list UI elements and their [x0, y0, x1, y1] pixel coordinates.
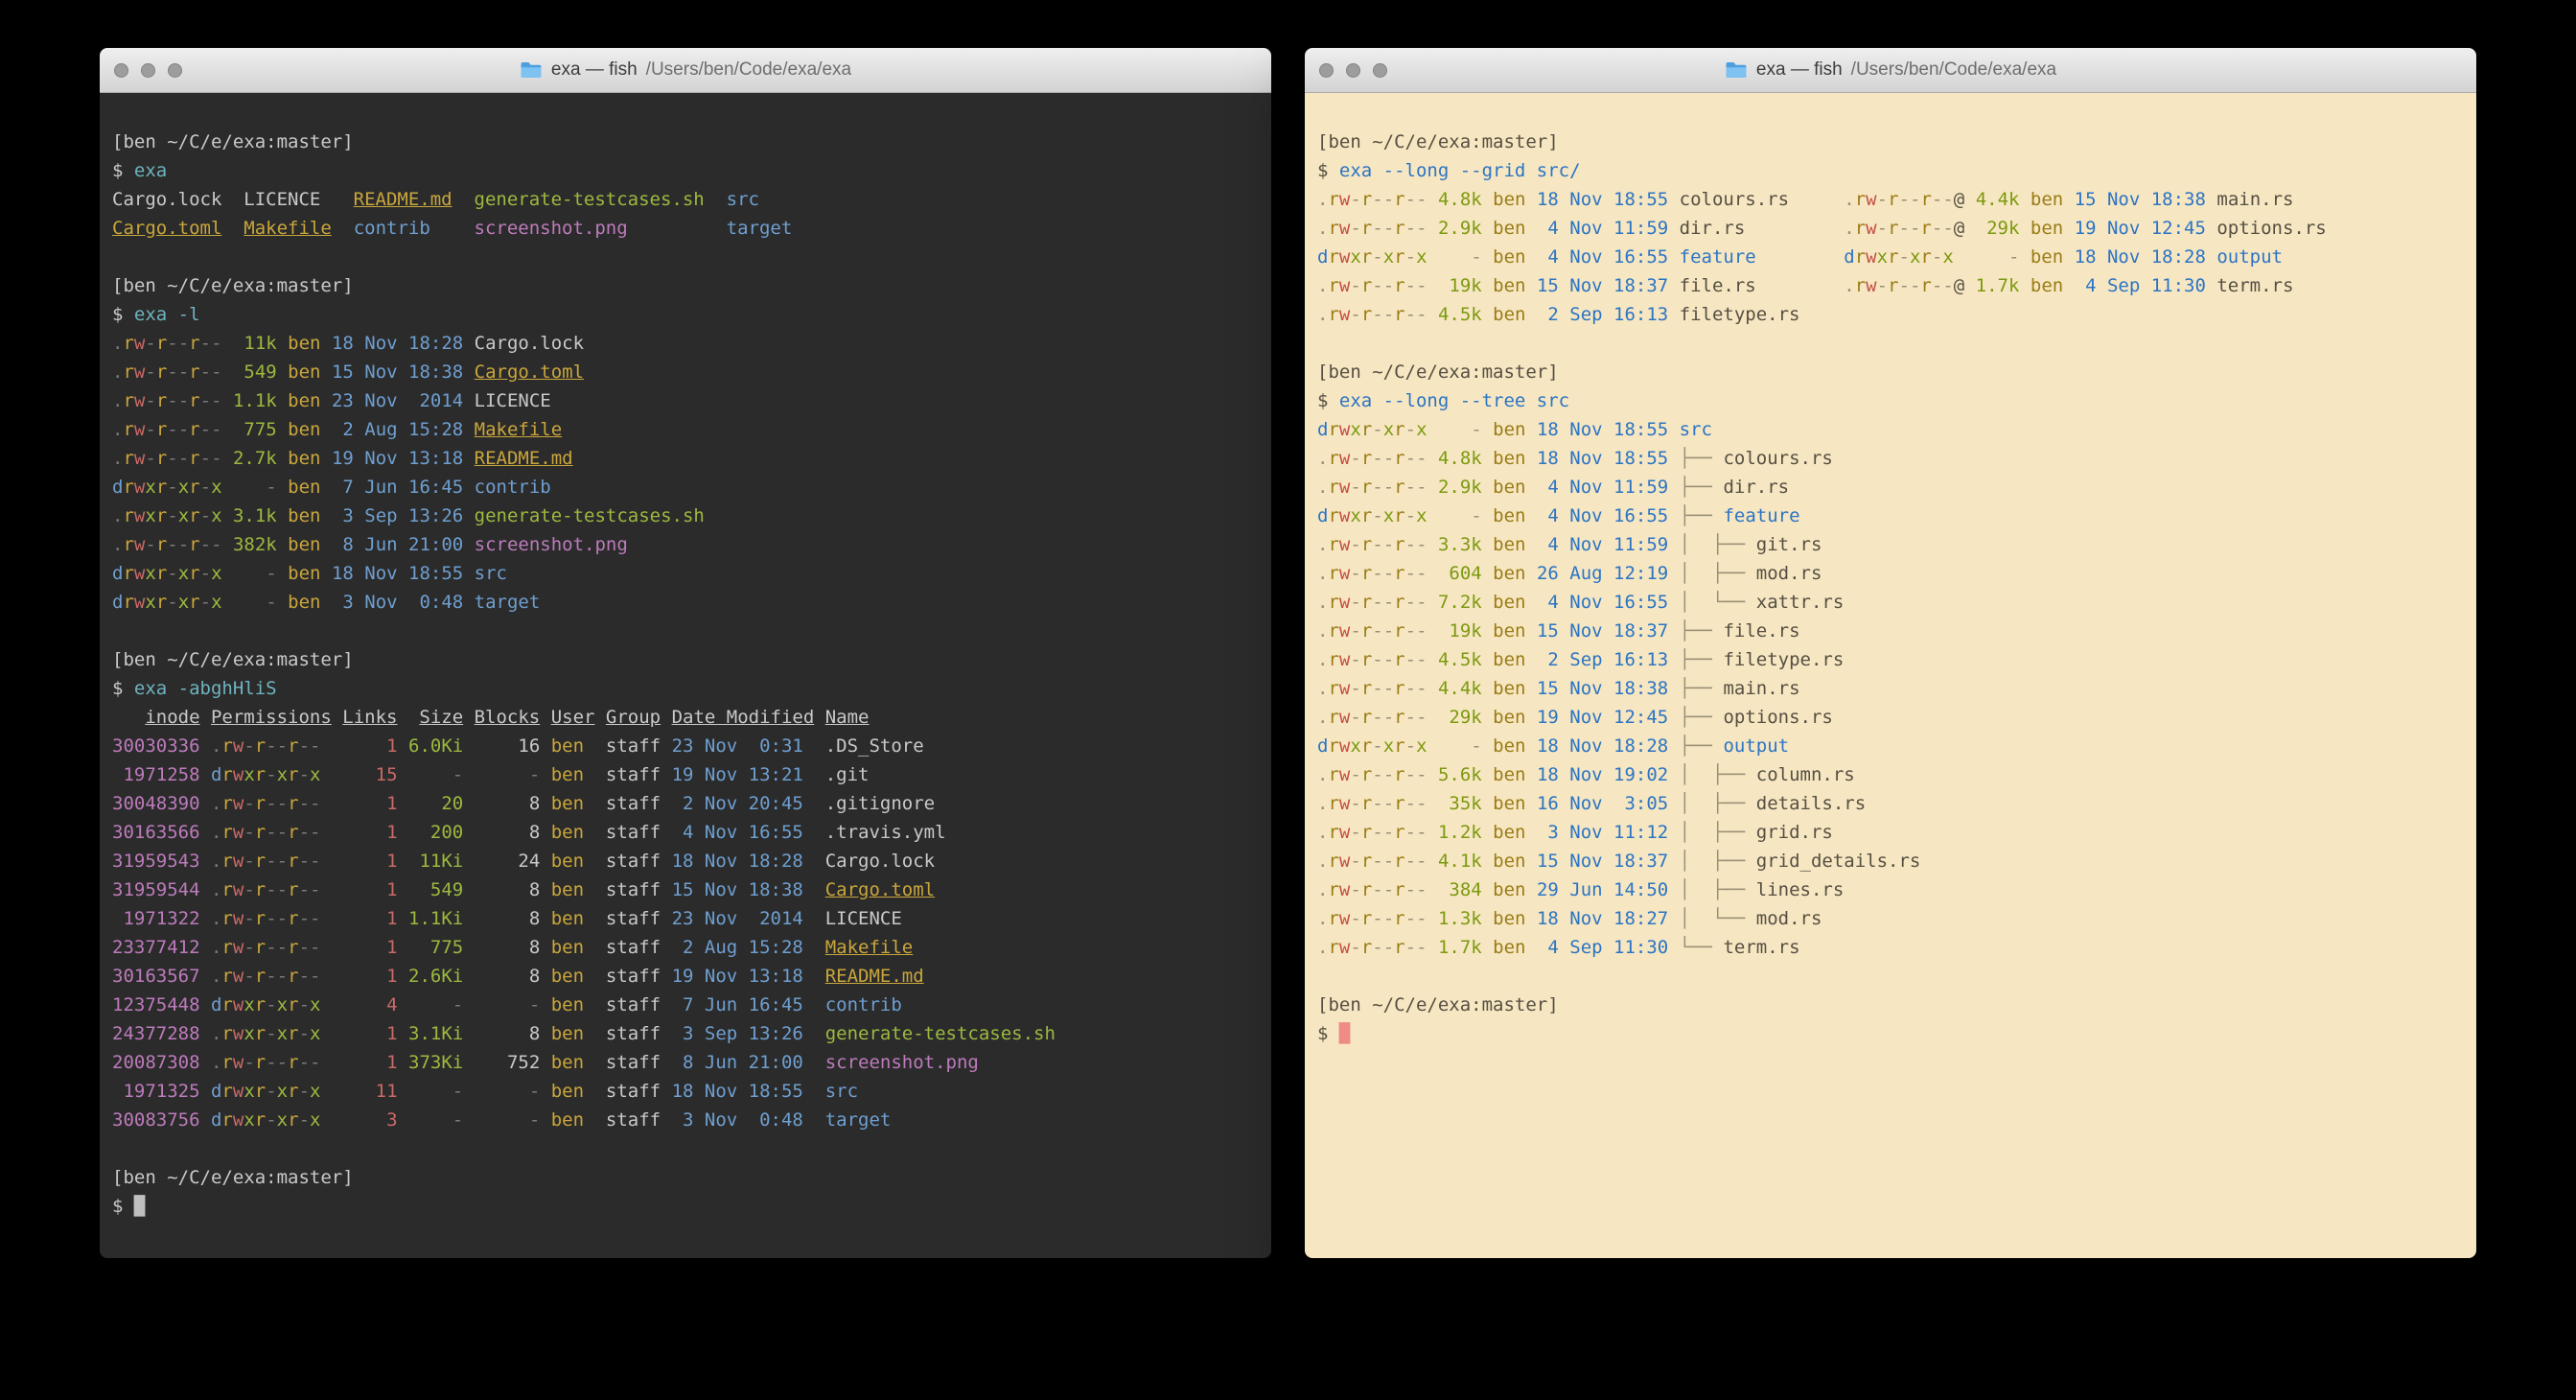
terminal-line: .rw-r--r-- 4.5k ben 2 Sep 16:13 ├── file…	[1317, 645, 2476, 674]
terminal-line: 12375448 drwxr-xr-x 4 - - ben staff 7 Ju…	[112, 991, 1271, 1019]
terminal-line: drwxr-xr-x - ben 3 Nov 0:48 target	[112, 588, 1271, 617]
terminal-line: drwxr-xr-x - ben 7 Jun 16:45 contrib	[112, 473, 1271, 502]
terminal-line: [ben ~/C/e/exa:master]	[1317, 128, 2476, 156]
terminal-line: 1971325 drwxr-xr-x 11 - - ben staff 18 N…	[112, 1077, 1271, 1106]
terminal-line: .rw-r--r-- 2.9k ben 4 Nov 11:59 ├── dir.…	[1317, 473, 2476, 502]
terminal-line	[112, 243, 1271, 271]
desktop: { "windows": { "left": { "title_app": "e…	[0, 0, 2576, 1400]
window-title: exa — fish /Users/ben/Code/exa/exa	[520, 59, 851, 81]
terminal-line: .rw-r--r-- 3.3k ben 4 Nov 11:59 │ ├── gi…	[1317, 530, 2476, 559]
terminal-line: .rw-r--r-- 604 ben 26 Aug 12:19 │ ├── mo…	[1317, 559, 2476, 588]
terminal-line: drwxr-xr-x - ben 4 Nov 16:55 feature drw…	[1317, 243, 2476, 271]
terminal-line	[112, 1134, 1271, 1163]
terminal-screen-right[interactable]: [ben ~/C/e/exa:master]$ exa --long --gri…	[1305, 93, 2476, 1258]
terminal-line: .rw-r--r-- 4.8k ben 18 Nov 18:55 colours…	[1317, 185, 2476, 214]
terminal-line: .rw-r--r-- 2.7k ben 19 Nov 13:18 README.…	[112, 444, 1271, 473]
terminal-line: .rw-r--r-- 5.6k ben 18 Nov 19:02 │ ├── c…	[1317, 760, 2476, 789]
terminal-line: .rwxr-xr-x 3.1k ben 3 Sep 13:26 generate…	[112, 502, 1271, 530]
terminal-line: drwxr-xr-x - ben 4 Nov 16:55 ├── feature	[1317, 502, 2476, 530]
terminal-line: $ exa	[112, 156, 1271, 185]
terminal-line: [ben ~/C/e/exa:master]	[1317, 358, 2476, 386]
terminal-line: [ben ~/C/e/exa:master]	[1317, 991, 2476, 1019]
folder-icon	[1725, 60, 1748, 80]
terminal-line: .rw-r--r-- 7.2k ben 4 Nov 16:55 │ └── xa…	[1317, 588, 2476, 617]
terminal-line: [ben ~/C/e/exa:master]	[112, 1163, 1271, 1192]
terminal-line: .rw-r--r-- 19k ben 15 Nov 18:37 file.rs …	[1317, 271, 2476, 300]
terminal-line: .rw-r--r-- 4.1k ben 15 Nov 18:37 │ ├── g…	[1317, 847, 2476, 875]
terminal-line: 31959544 .rw-r--r-- 1 549 8 ben staff 15…	[112, 875, 1271, 904]
terminal-line	[112, 617, 1271, 645]
titlebar[interactable]: exa — fish /Users/ben/Code/exa/exa	[100, 48, 1271, 93]
terminal-line: [ben ~/C/e/exa:master]	[112, 271, 1271, 300]
folder-icon	[520, 60, 543, 80]
minimize-button[interactable]	[1346, 63, 1360, 78]
terminal-line: .rw-r--r-- 4.5k ben 2 Sep 16:13 filetype…	[1317, 300, 2476, 329]
terminal-line: Cargo.toml Makefile contrib screenshot.p…	[112, 214, 1271, 243]
terminal-line: .rw-r--r-- 2.9k ben 4 Nov 11:59 dir.rs .…	[1317, 214, 2476, 243]
terminal-line: 30163566 .rw-r--r-- 1 200 8 ben staff 4 …	[112, 818, 1271, 847]
terminal-line: 1971322 .rw-r--r-- 1 1.1Ki 8 ben staff 2…	[112, 904, 1271, 933]
terminal-line: .rw-r--r-- 4.8k ben 18 Nov 18:55 ├── col…	[1317, 444, 2476, 473]
terminal-line: 20087308 .rw-r--r-- 1 373Ki 752 ben staf…	[112, 1048, 1271, 1077]
terminal-line: .rw-r--r-- 1.3k ben 18 Nov 18:27 │ └── m…	[1317, 904, 2476, 933]
traffic-lights	[114, 48, 182, 92]
terminal-line: .rw-r--r-- 1.2k ben 3 Nov 11:12 │ ├── gr…	[1317, 818, 2476, 847]
terminal-line: 24377288 .rwxr-xr-x 1 3.1Ki 8 ben staff …	[112, 1019, 1271, 1048]
terminal-line: .rw-r--r-- 4.4k ben 15 Nov 18:38 ├── mai…	[1317, 674, 2476, 703]
terminal-line: drwxr-xr-x - ben 18 Nov 18:55 src	[1317, 415, 2476, 444]
window-title-path: /Users/ben/Code/exa/exa	[1851, 59, 2056, 81]
terminal-line: drwxr-xr-x - ben 18 Nov 18:55 src	[112, 559, 1271, 588]
terminal-line: .rw-r--r-- 382k ben 8 Jun 21:00 screensh…	[112, 530, 1271, 559]
terminal-line	[1317, 962, 2476, 991]
window-title-path: /Users/ben/Code/exa/exa	[646, 59, 851, 81]
terminal-window-right: exa — fish /Users/ben/Code/exa/exa [ben …	[1305, 48, 2476, 1258]
terminal-line: $ exa --long --grid src/	[1317, 156, 2476, 185]
terminal-line: drwxr-xr-x - ben 18 Nov 18:28 ├── output	[1317, 732, 2476, 760]
terminal-line: 30163567 .rw-r--r-- 1 2.6Ki 8 ben staff …	[112, 962, 1271, 991]
minimize-button[interactable]	[141, 63, 155, 78]
terminal-line: .rw-r--r-- 29k ben 19 Nov 12:45 ├── opti…	[1317, 703, 2476, 732]
terminal-line: $ exa -l	[112, 300, 1271, 329]
terminal-cursor: █	[134, 1196, 145, 1217]
terminal-line: 31959543 .rw-r--r-- 1 11Ki 24 ben staff …	[112, 847, 1271, 875]
terminal-line: .rw-r--r-- 35k ben 16 Nov 3:05 │ ├── det…	[1317, 789, 2476, 818]
terminal-cursor: █	[1339, 1023, 1350, 1044]
window-title: exa — fish /Users/ben/Code/exa/exa	[1725, 59, 2056, 81]
window-title-app: exa — fish	[551, 59, 638, 81]
terminal-line: $ █	[112, 1192, 1271, 1221]
terminal-line: 30030336 .rw-r--r-- 1 6.0Ki 16 ben staff…	[112, 732, 1271, 760]
terminal-line: $ █	[1317, 1019, 2476, 1048]
traffic-lights	[1319, 48, 1387, 92]
terminal-line: .rw-r--r-- 549 ben 15 Nov 18:38 Cargo.to…	[112, 358, 1271, 386]
terminal-line: .rw-r--r-- 1.7k ben 4 Sep 11:30 └── term…	[1317, 933, 2476, 962]
titlebar[interactable]: exa — fish /Users/ben/Code/exa/exa	[1305, 48, 2476, 93]
terminal-line	[1317, 329, 2476, 358]
terminal-line: [ben ~/C/e/exa:master]	[112, 128, 1271, 156]
terminal-line: 23377412 .rw-r--r-- 1 775 8 ben staff 2 …	[112, 933, 1271, 962]
terminal-line: .rw-r--r-- 1.1k ben 23 Nov 2014 LICENCE	[112, 386, 1271, 415]
terminal-line: 30083756 drwxr-xr-x 3 - - ben staff 3 No…	[112, 1106, 1271, 1134]
terminal-line: .rw-r--r-- 11k ben 18 Nov 18:28 Cargo.lo…	[112, 329, 1271, 358]
terminal-line: .rw-r--r-- 775 ben 2 Aug 15:28 Makefile	[112, 415, 1271, 444]
terminal-line: $ exa --long --tree src	[1317, 386, 2476, 415]
terminal-window-left: exa — fish /Users/ben/Code/exa/exa [ben …	[100, 48, 1271, 1258]
zoom-button[interactable]	[1373, 63, 1387, 78]
close-button[interactable]	[114, 63, 128, 78]
terminal-line: 30048390 .rw-r--r-- 1 20 8 ben staff 2 N…	[112, 789, 1271, 818]
terminal-line: $ exa -abghHliS	[112, 674, 1271, 703]
close-button[interactable]	[1319, 63, 1334, 78]
terminal-line: inode Permissions Links Size Blocks User…	[112, 703, 1271, 732]
terminal-line: Cargo.lock LICENCE README.md generate-te…	[112, 185, 1271, 214]
terminal-line: [ben ~/C/e/exa:master]	[112, 645, 1271, 674]
zoom-button[interactable]	[168, 63, 182, 78]
terminal-line: 1971258 drwxr-xr-x 15 - - ben staff 19 N…	[112, 760, 1271, 789]
terminal-screen-left[interactable]: [ben ~/C/e/exa:master]$ exaCargo.lock LI…	[100, 93, 1271, 1258]
window-title-app: exa — fish	[1756, 59, 1843, 81]
terminal-line: .rw-r--r-- 19k ben 15 Nov 18:37 ├── file…	[1317, 617, 2476, 645]
terminal-line: .rw-r--r-- 384 ben 29 Jun 14:50 │ ├── li…	[1317, 875, 2476, 904]
